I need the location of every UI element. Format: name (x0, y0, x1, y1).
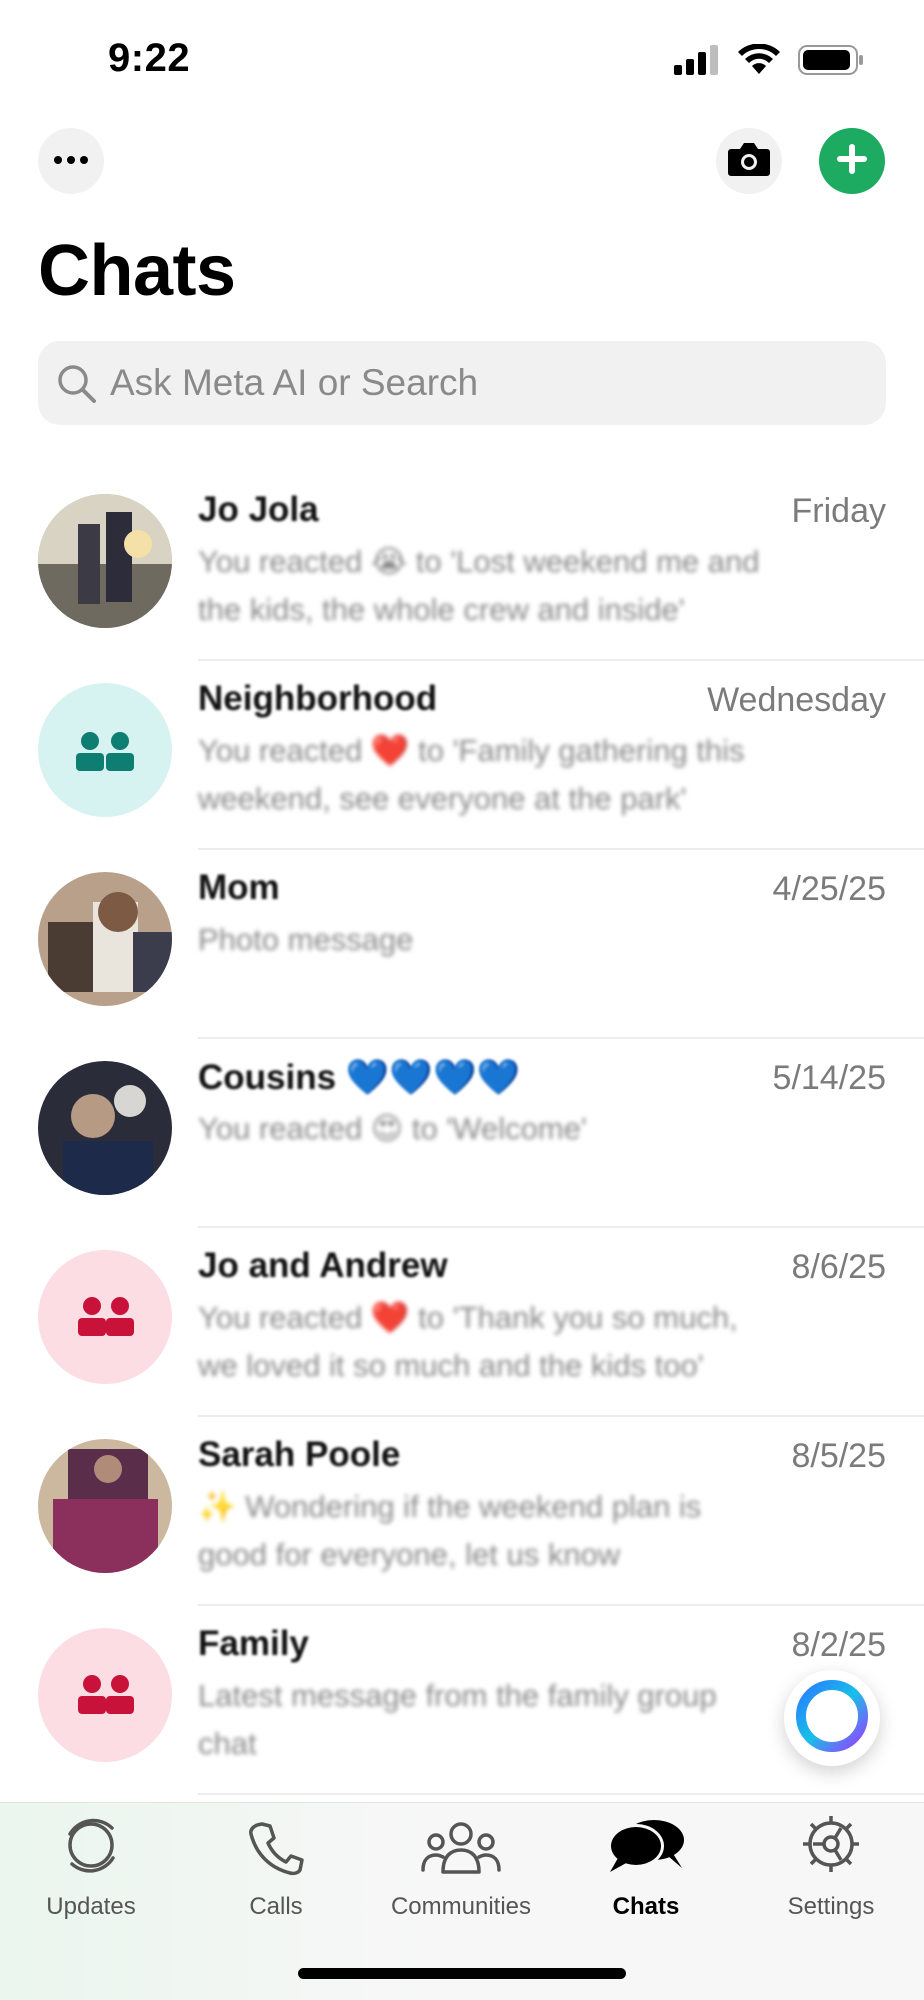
ellipsis-icon (53, 152, 89, 170)
gear-icon (799, 1812, 863, 1881)
chat-name: Mom (198, 868, 280, 907)
tab-calls[interactable]: Calls (191, 1817, 361, 1937)
chat-name: Family (198, 1624, 309, 1663)
status-icons (674, 43, 864, 81)
battery-icon (798, 44, 864, 81)
wifi-icon (738, 43, 780, 81)
chat-time: Friday (791, 492, 886, 530)
avatar (38, 1250, 172, 1384)
tab-settings[interactable]: Settings (746, 1816, 916, 1937)
chat-name: Jo Jola (198, 490, 319, 529)
page-title: Chats (38, 231, 236, 311)
chat-preview: ✨ Wondering if the weekend plan is good … (198, 1489, 702, 1572)
chat-preview: You reacted 😭 to 'Lost weekend me and th… (198, 544, 760, 627)
chat-time: 4/25/25 (772, 870, 886, 908)
chat-preview: Latest message from the family group cha… (198, 1678, 717, 1761)
tab-chats[interactable]: Chats (561, 1817, 731, 1937)
chat-preview: Photo message (198, 922, 414, 957)
plus-icon (835, 142, 869, 181)
chat-row[interactable]: Family 8/2/25 Latest message from the fa… (0, 1606, 924, 1795)
communities-icon (421, 1820, 501, 1881)
camera-button[interactable] (716, 128, 782, 194)
chats-icon (606, 1816, 686, 1881)
chat-name: Jo and Andrew (198, 1246, 448, 1285)
chat-row[interactable]: Neighborhood Wednesday You reacted ❤️ to… (0, 661, 924, 850)
search-bar[interactable] (38, 341, 886, 425)
chat-name: Cousins 💙💙💙💙 (198, 1058, 521, 1097)
more-options-button[interactable] (38, 128, 104, 194)
chat-time: Wednesday (707, 681, 886, 719)
chat-list: Jo Jola Friday You reacted 😭 to 'Lost we… (0, 472, 924, 1795)
chat-preview: You reacted 😍 to 'Welcome' (198, 1111, 587, 1146)
chat-row[interactable]: Jo Jola Friday You reacted 😭 to 'Lost we… (0, 472, 924, 661)
chat-row[interactable]: Sarah Poole 8/5/25 ✨ Wondering if the we… (0, 1417, 924, 1606)
chat-time: 8/2/25 (791, 1626, 886, 1664)
tab-communities[interactable]: Communities (376, 1817, 546, 1937)
search-input[interactable] (110, 362, 870, 404)
chat-time: 8/5/25 (791, 1437, 886, 1475)
tab-label: Communities (390, 1893, 532, 1920)
camera-icon (727, 141, 771, 182)
avatar (38, 494, 172, 628)
new-chat-button[interactable] (819, 128, 885, 194)
divider (198, 1793, 924, 1795)
chat-preview: You reacted ❤️ to 'Thank you so much, we… (198, 1300, 738, 1383)
avatar (38, 872, 172, 1006)
top-bar (0, 128, 924, 198)
avatar (38, 1061, 172, 1195)
tab-label: Settings (787, 1893, 875, 1920)
cellular-signal-icon (674, 45, 720, 80)
meta-ai-icon (792, 1676, 872, 1761)
status-time: 9:22 (108, 36, 191, 80)
avatar (38, 1628, 172, 1762)
chat-time: 5/14/25 (772, 1059, 886, 1097)
chat-name: Neighborhood (198, 679, 438, 718)
home-indicator (298, 1968, 626, 1979)
updates-icon (60, 1814, 122, 1881)
tab-label: Chats (612, 1893, 680, 1920)
chat-row[interactable]: Cousins 💙💙💙💙 5/14/25 You reacted 😍 to 'W… (0, 1039, 924, 1228)
chat-preview: You reacted ❤️ to 'Family gathering this… (198, 733, 745, 816)
search-icon (54, 361, 98, 405)
tab-updates[interactable]: Updates (6, 1817, 176, 1937)
tab-label: Calls (249, 1893, 303, 1920)
chat-time: 8/6/25 (791, 1248, 886, 1286)
avatar (38, 1439, 172, 1573)
tab-label: Updates (46, 1893, 136, 1920)
avatar (38, 683, 172, 817)
meta-ai-button[interactable] (784, 1670, 880, 1766)
status-bar: 9:22 (0, 0, 924, 110)
chat-name: Sarah Poole (198, 1435, 401, 1474)
phone-icon (248, 1820, 304, 1881)
chat-row[interactable]: Mom 4/25/25 Photo message (0, 850, 924, 1039)
chat-row[interactable]: Jo and Andrew 8/6/25 You reacted ❤️ to '… (0, 1228, 924, 1417)
